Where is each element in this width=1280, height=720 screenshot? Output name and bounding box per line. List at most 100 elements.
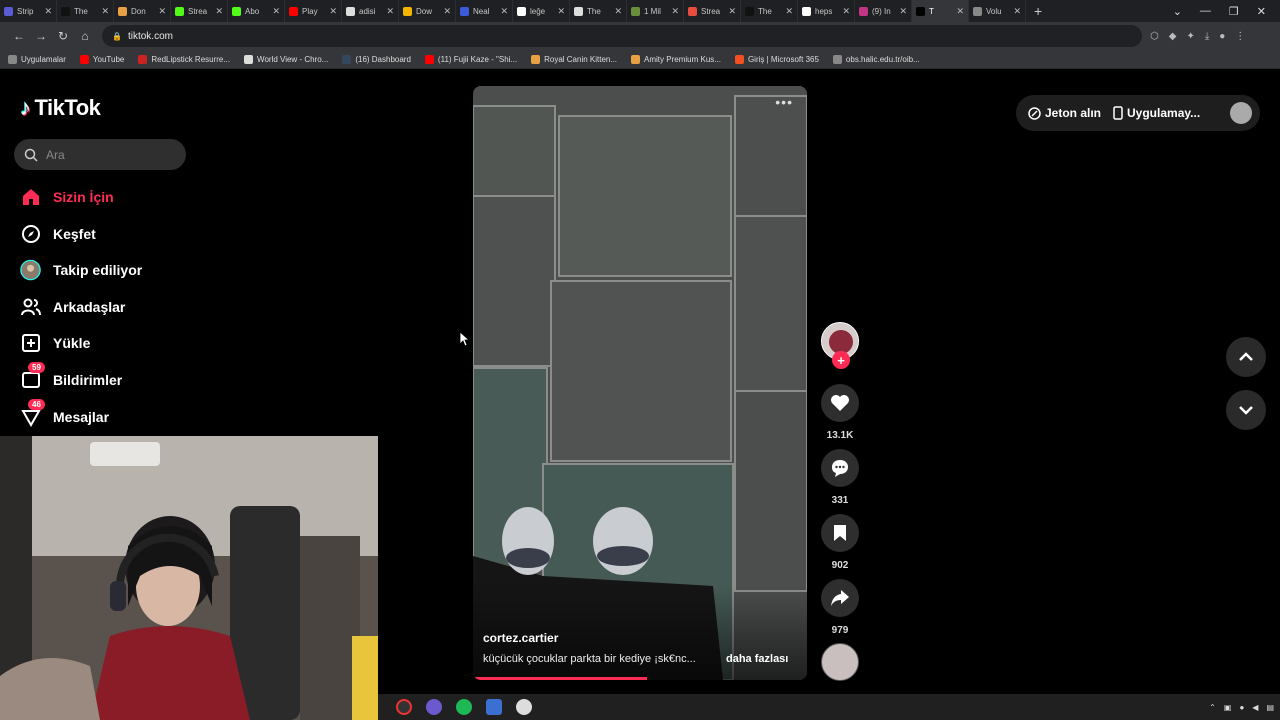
browser-tab[interactable]: Volu ✕ [969, 0, 1026, 22]
home-browser-icon[interactable]: ⌂ [74, 29, 96, 43]
more-options-icon[interactable]: ••• [775, 94, 793, 110]
tab-close-icon[interactable]: ✕ [329, 6, 337, 17]
video-progress-bar[interactable] [473, 677, 647, 680]
browser-tab[interactable]: heps ✕ [798, 0, 855, 22]
bookmark-item[interactable]: Royal Canin Kitten... [531, 54, 617, 64]
search-box[interactable] [14, 139, 186, 170]
nav-item-friends[interactable]: Arkadaşlar [20, 296, 125, 317]
bookmark-item[interactable]: Uygulamalar [8, 54, 66, 64]
maximize-icon[interactable]: ❐ [1229, 5, 1239, 18]
speaker-icon[interactable]: ◀ [1252, 703, 1258, 712]
browser-tab[interactable]: leğe ✕ [513, 0, 570, 22]
address-bar[interactable]: 🔒 tiktok.com [102, 25, 1142, 47]
browser-tab[interactable]: Strea ✕ [171, 0, 228, 22]
browser-tab[interactable]: The ✕ [741, 0, 798, 22]
music-disc-icon[interactable] [821, 643, 859, 681]
tray-icon[interactable]: ▣ [1224, 703, 1232, 712]
puzzle-icon[interactable]: ✦ [1186, 31, 1194, 42]
bookmarks-bar: Uygulamalar YouTube RedLipstick Resurre...… [0, 50, 1280, 69]
tab-close-icon[interactable]: ✕ [386, 6, 394, 17]
browser-tab[interactable]: adisi ✕ [342, 0, 399, 22]
search-input[interactable] [46, 147, 166, 162]
tab-close-icon[interactable]: ✕ [1013, 6, 1021, 17]
browser-tab[interactable]: (9) In ✕ [855, 0, 912, 22]
tab-close-icon[interactable]: ✕ [614, 6, 622, 17]
browser-tab[interactable]: The ✕ [570, 0, 627, 22]
comment-button[interactable] [821, 449, 859, 487]
tab-close-icon[interactable]: ✕ [272, 6, 280, 17]
next-video-button[interactable] [1226, 390, 1266, 430]
bookmark-item[interactable]: (16) Dashboard [342, 54, 411, 64]
save-button[interactable] [821, 514, 859, 552]
tab-close-icon[interactable]: ✕ [44, 6, 52, 17]
close-window-icon[interactable]: ✕ [1257, 5, 1266, 18]
browser-tab[interactable]: Don ✕ [114, 0, 171, 22]
tab-title: 1 Mil [644, 6, 661, 16]
bookmark-item[interactable]: RedLipstick Resurre... [138, 54, 230, 64]
menu-icon[interactable]: ⋮ [1235, 31, 1245, 42]
tab-close-icon[interactable]: ✕ [158, 6, 166, 17]
mic-icon[interactable]: ● [1239, 703, 1244, 712]
extension-icon[interactable]: ⬡ [1150, 31, 1159, 42]
spotify-icon[interactable] [456, 699, 472, 715]
see-more-link[interactable]: daha fazlası [726, 653, 788, 665]
nav-item-notifications[interactable]: 59 Bildirimler [20, 362, 122, 390]
taskbar-app-icon[interactable] [396, 699, 412, 715]
tab-close-icon[interactable]: ✕ [443, 6, 451, 17]
bookmark-item[interactable]: (11) Fujii Kaze - "Shi... [424, 54, 517, 64]
nav-item-explore[interactable]: Keşfet [20, 223, 96, 244]
nav-item-messages[interactable]: 46 Mesajlar [20, 399, 109, 427]
browser-tab[interactable]: Dow ✕ [399, 0, 456, 22]
browser-tab[interactable]: Strea ✕ [684, 0, 741, 22]
tab-close-icon[interactable]: ✕ [215, 6, 223, 17]
browser-tab[interactable]: Play ✕ [285, 0, 342, 22]
bookmark-item[interactable]: YouTube [79, 54, 124, 64]
download-icon[interactable]: ⤓ [1205, 31, 1209, 42]
profile-avatar[interactable] [1230, 102, 1252, 124]
nav-item-upload[interactable]: Yükle [20, 332, 90, 353]
tab-close-icon[interactable]: ✕ [101, 6, 109, 17]
get-coins-button[interactable]: Jeton alın [1028, 106, 1101, 120]
notification-center-icon[interactable]: ▤ [1266, 703, 1274, 712]
bookmark-item[interactable]: obs.halic.edu.tr/oib... [832, 54, 920, 64]
share-button[interactable] [821, 579, 859, 617]
extension-icon[interactable]: ◆ [1169, 31, 1177, 42]
taskbar-app-icon[interactable] [516, 699, 532, 715]
back-icon[interactable]: ← [8, 29, 30, 43]
tab-close-icon[interactable]: ✕ [785, 6, 793, 17]
new-tab-icon[interactable]: + [1034, 3, 1042, 19]
previous-video-button[interactable] [1226, 337, 1266, 377]
tray-chevron-icon[interactable]: ⌃ [1209, 703, 1216, 712]
browser-tab[interactable]: Abo ✕ [228, 0, 285, 22]
nav-item-following[interactable]: Takip ediliyor [20, 259, 142, 280]
tab-close-icon[interactable]: ✕ [728, 6, 736, 17]
tab-close-icon[interactable]: ✕ [557, 6, 565, 17]
follow-plus-icon[interactable]: + [832, 351, 850, 369]
tab-search-icon[interactable]: ⌄ [1173, 5, 1182, 18]
bookmark-item[interactable]: Giriş | Microsoft 365 [734, 54, 819, 64]
browser-tab[interactable]: The ✕ [57, 0, 114, 22]
taskbar-app-icon[interactable] [486, 699, 502, 715]
get-app-button[interactable]: Uygulamay... [1113, 106, 1200, 120]
tab-close-icon[interactable]: ✕ [842, 6, 850, 17]
bookmark-item[interactable]: World View - Chro... [244, 54, 328, 64]
reload-icon[interactable]: ↻ [52, 29, 74, 43]
tiktok-logo[interactable]: ♪ TikTok [20, 95, 101, 121]
taskbar-app-icon[interactable] [426, 699, 442, 715]
tab-close-icon[interactable]: ✕ [956, 6, 964, 17]
browser-tab[interactable]: 1 Mil ✕ [627, 0, 684, 22]
minimize-icon[interactable]: — [1200, 5, 1211, 17]
video-player[interactable]: ••• cortez.cartier küçücük çocuklar park… [473, 86, 807, 680]
video-author[interactable]: cortez.cartier [483, 631, 558, 645]
like-button[interactable] [821, 384, 859, 422]
tab-close-icon[interactable]: ✕ [500, 6, 508, 17]
tab-close-icon[interactable]: ✕ [899, 6, 907, 17]
nav-item-for-you[interactable]: Sizin İçin [20, 186, 114, 207]
forward-icon[interactable]: → [30, 29, 52, 43]
browser-tab[interactable]: T ✕ [912, 0, 969, 22]
browser-tab[interactable]: Strip ✕ [0, 0, 57, 22]
bookmark-item[interactable]: Amity Premium Kus... [631, 54, 721, 64]
browser-tab[interactable]: Neal ✕ [456, 0, 513, 22]
profile-icon[interactable]: ● [1219, 31, 1225, 42]
tab-close-icon[interactable]: ✕ [671, 6, 679, 17]
